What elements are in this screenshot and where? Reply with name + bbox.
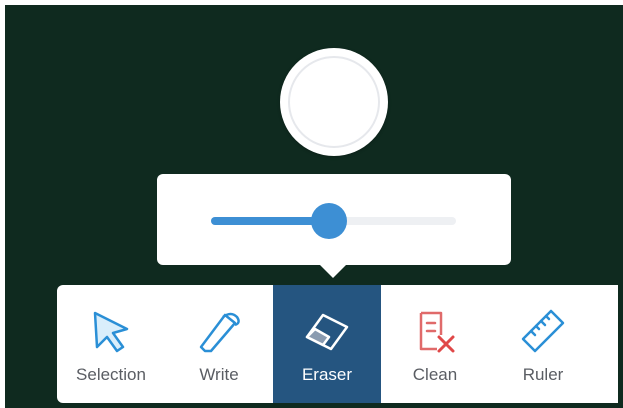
tool-bar: Selection Write Eraser Clean Ruler xyxy=(57,285,618,403)
selection-tool-button[interactable]: Selection xyxy=(57,285,165,403)
clear-document-icon xyxy=(419,311,455,353)
eraser-size-preview xyxy=(280,48,388,156)
eraser-icon xyxy=(305,313,349,351)
eraser-tool-button[interactable]: Eraser xyxy=(273,285,381,403)
tool-label: Clean xyxy=(412,365,458,384)
cursor-arrow-icon xyxy=(93,311,129,353)
write-tool-button[interactable]: Write xyxy=(165,285,273,403)
ruler-tool-button[interactable]: Ruler xyxy=(489,285,597,403)
tool-label: Write xyxy=(199,365,239,384)
slider-thumb[interactable] xyxy=(310,203,347,239)
eraser-size-popup xyxy=(157,174,511,265)
eraser-size-preview-ring xyxy=(288,56,380,148)
clean-tool-button[interactable]: Clean xyxy=(381,285,489,403)
tool-label: Ruler xyxy=(522,365,564,384)
ruler-icon xyxy=(521,309,565,353)
tool-label: Eraser xyxy=(301,365,353,384)
tool-label: Selection xyxy=(76,365,146,384)
popup-arrow xyxy=(318,263,348,278)
pencil-icon xyxy=(199,312,240,353)
